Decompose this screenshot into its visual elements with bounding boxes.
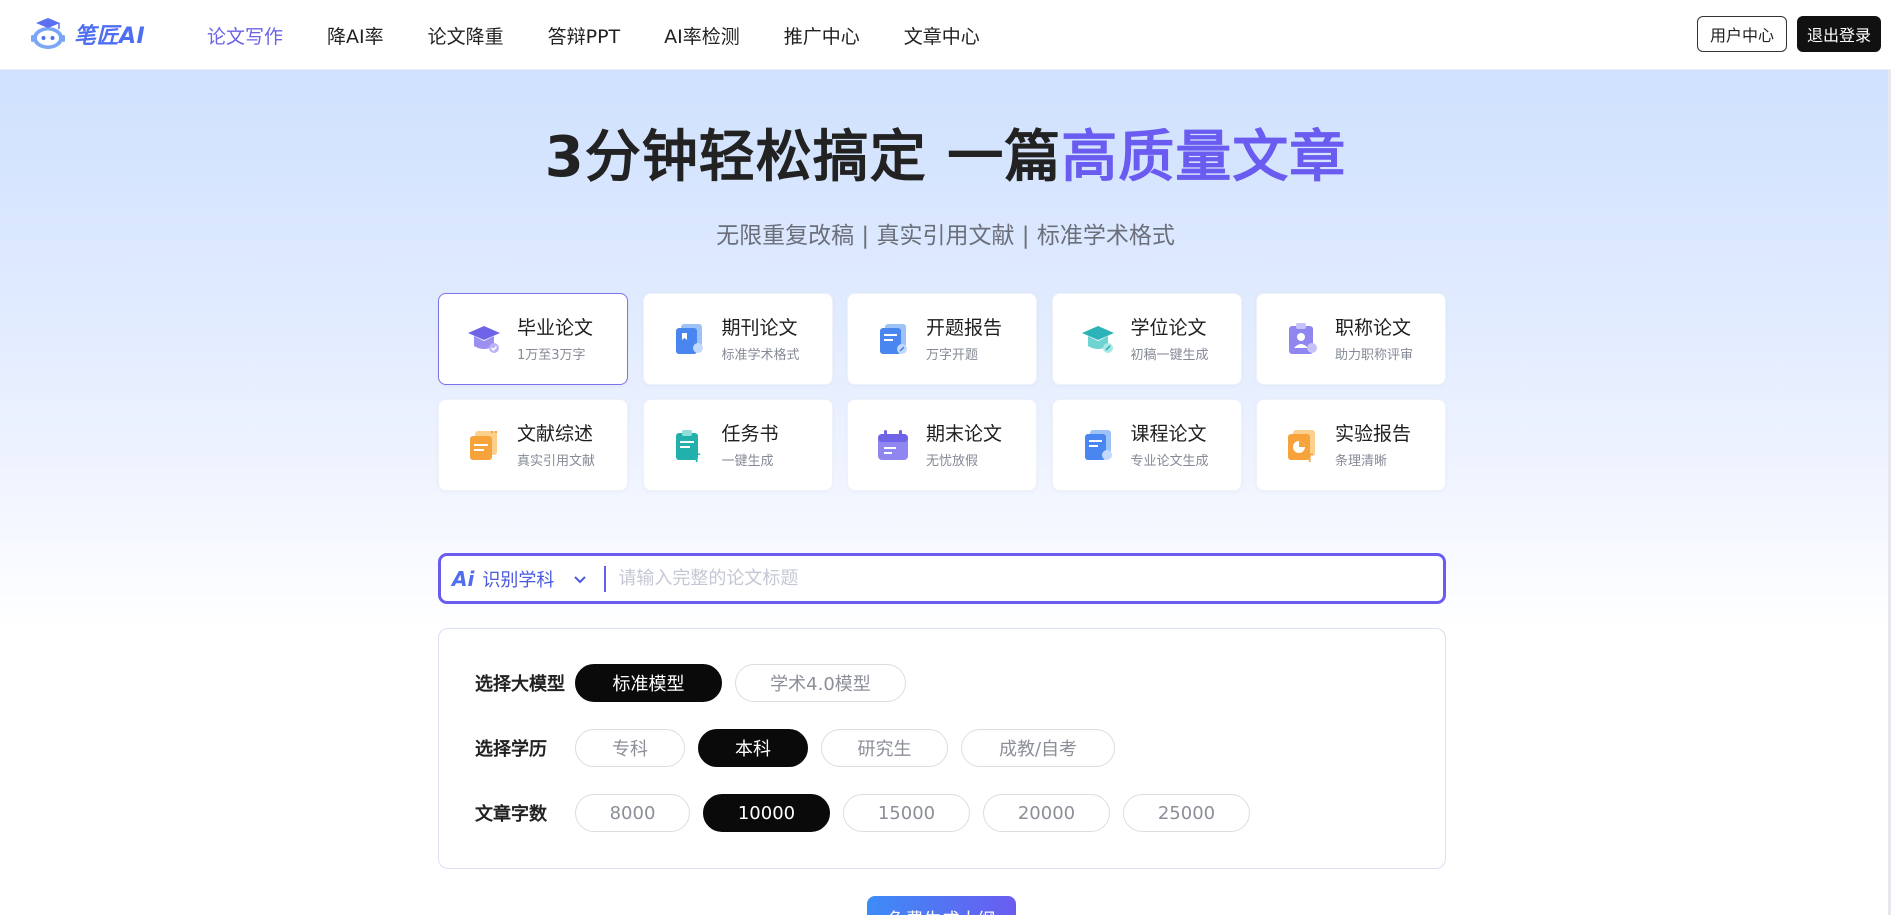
top-header: 笔匠AI 论文写作 降AI率 论文降重 答辩PPT AI率检测 推广中心 文章中… xyxy=(0,0,1891,70)
card-proposal-report[interactable]: 开题报告 万字开题 xyxy=(847,293,1037,385)
nav-item-plagiarism-reduction[interactable]: 论文降重 xyxy=(428,22,504,49)
generate-outline-button[interactable]: 免费生成大纲 xyxy=(867,896,1016,915)
card-journal-paper[interactable]: 期刊论文 标准学术格式 xyxy=(642,293,833,385)
hero-subtitle: 无限重复改稿 | 真实引用文献 | 标准学术格式 xyxy=(716,223,1175,249)
degree-chip-bachelor[interactable]: 本科 xyxy=(698,729,808,767)
card-subtitle: 一键生成 xyxy=(721,453,774,469)
card-text: 任务书 一键生成 xyxy=(722,422,779,469)
wordcount-chip-20000[interactable]: 20000 xyxy=(983,794,1110,832)
card-lab-report[interactable]: T 实验报告 条理清晰 xyxy=(1256,399,1446,491)
degree-row: 选择学历 专科 本科 研究生 成教/自考 xyxy=(475,729,1128,767)
options-panel: 选择大模型 标准模型 学术4.0模型 选择学历 专科 本科 研究生 成教/自考 … xyxy=(438,628,1446,869)
card-literature-review[interactable]: 文献综述 真实引用文献 xyxy=(438,399,628,491)
wordcount-chip-15000[interactable]: 15000 xyxy=(843,794,970,832)
hero-title-main: 3分钟轻松搞定 一篇 xyxy=(544,125,1062,190)
card-title: 任务书 xyxy=(721,422,779,445)
card-title: 期刊论文 xyxy=(721,316,798,339)
degree-chip-adult-education[interactable]: 成教/自考 xyxy=(961,729,1115,767)
nav-item-ai-detection[interactable]: AI率检测 xyxy=(664,22,740,49)
card-professional-title-paper[interactable]: 职称论文 助力职称评审 xyxy=(1256,293,1446,385)
main-nav: 论文写作 降AI率 论文降重 答辩PPT AI率检测 推广中心 文章中心 xyxy=(207,0,980,70)
degree-cap-icon xyxy=(1081,326,1114,353)
degree-chip-junior-college[interactable]: 专科 xyxy=(575,729,685,767)
wordcount-row: 文章字数 8000 10000 15000 20000 25000 xyxy=(475,794,1263,832)
card-text: 职称论文 助力职称评审 xyxy=(1335,316,1413,363)
logo[interactable]: 笔匠AI xyxy=(28,14,145,54)
card-text: 课程论文 专业论文生成 xyxy=(1131,422,1209,469)
task-clipboard-icon: T xyxy=(675,430,701,464)
card-title: 期末论文 xyxy=(926,422,1003,445)
nav-item-article-center[interactable]: 文章中心 xyxy=(904,22,980,49)
degree-label: 选择学历 xyxy=(475,739,547,760)
card-task-book[interactable]: T 任务书 一键生成 xyxy=(642,399,833,491)
title-badge-icon xyxy=(1289,323,1317,354)
card-subtitle: 初稿一键生成 xyxy=(1130,347,1209,363)
proposal-icon xyxy=(880,324,907,354)
card-text: 学位论文 初稿一键生成 xyxy=(1131,316,1209,363)
degree-chip-graduate[interactable]: 研究生 xyxy=(821,729,948,767)
model-label: 选择大模型 xyxy=(475,674,565,695)
card-subtitle: 无忧放假 xyxy=(926,453,979,469)
card-subtitle: 条理清晰 xyxy=(1335,453,1388,469)
ai-icon: Ai xyxy=(452,566,475,591)
card-text: 文献综述 真实引用文献 xyxy=(517,422,595,469)
literature-icon xyxy=(470,431,497,460)
card-title: 毕业论文 xyxy=(517,316,594,339)
brand-name: 笔匠AI xyxy=(74,24,146,49)
card-subtitle: 标准学术格式 xyxy=(721,347,800,363)
title-search-bar: Ai 识别学科 xyxy=(438,553,1446,604)
model-row: 选择大模型 标准模型 学术4.0模型 xyxy=(475,664,919,702)
subject-label: 识别学科 xyxy=(482,569,555,591)
card-subtitle: 真实引用文献 xyxy=(517,453,596,469)
wordcount-chip-25000[interactable]: 25000 xyxy=(1123,794,1250,832)
card-title: 课程论文 xyxy=(1130,422,1207,445)
graduation-cap-icon xyxy=(468,326,500,353)
logout-button[interactable]: 退出登录 xyxy=(1796,16,1881,52)
card-text: 毕业论文 1万至3万字 xyxy=(517,316,593,363)
search-divider xyxy=(604,565,607,592)
robot-logo-icon xyxy=(31,18,65,49)
wordcount-chip-8000[interactable]: 8000 xyxy=(575,794,690,832)
card-title: 学位论文 xyxy=(1130,316,1207,339)
card-course-paper[interactable]: 课程论文 专业论文生成 xyxy=(1051,399,1242,491)
page: 笔匠AI 论文写作 降AI率 论文降重 答辩PPT AI率检测 推广中心 文章中… xyxy=(0,0,1891,915)
subject-detect-dropdown[interactable]: Ai 识别学科 xyxy=(452,566,588,592)
wordcount-chip-10000[interactable]: 10000 xyxy=(703,794,830,832)
card-subtitle: 1万至3万字 xyxy=(517,347,586,363)
card-title: 职称论文 xyxy=(1335,316,1412,339)
nav-item-thesis-writing[interactable]: 论文写作 xyxy=(207,22,283,49)
card-subtitle: 专业论文生成 xyxy=(1130,453,1209,469)
header-actions: 用户中心 退出登录 xyxy=(1696,16,1881,52)
hero-title-highlight: 高质量文章 xyxy=(1061,125,1347,190)
paper-type-grid: 毕业论文 1万至3万字 期刊论文 标准学术格式 开题报告 万字开题 学位论文 初… xyxy=(438,293,1446,491)
card-subtitle: 助力职称评审 xyxy=(1335,347,1414,363)
model-chip-academic[interactable]: 学术4.0模型 xyxy=(735,664,906,702)
card-final-paper[interactable]: 期末论文 无忧放假 xyxy=(847,399,1037,491)
card-subtitle: 万字开题 xyxy=(926,347,979,363)
journal-icon xyxy=(675,324,703,354)
card-degree-thesis[interactable]: 学位论文 初稿一键生成 xyxy=(1051,293,1242,385)
calendar-icon xyxy=(878,430,908,460)
card-title: 开题报告 xyxy=(926,316,1003,339)
user-center-button[interactable]: 用户中心 xyxy=(1696,16,1787,52)
nav-item-promotion-center[interactable]: 推广中心 xyxy=(784,22,860,49)
svg-text:T: T xyxy=(693,451,701,464)
card-title: 文献综述 xyxy=(517,422,594,445)
card-text: 期末论文 无忧放假 xyxy=(926,422,1002,469)
nav-item-reduce-ai-rate[interactable]: 降AI率 xyxy=(327,22,384,49)
hero-title: 3分钟轻松搞定 一篇高质量文章 xyxy=(0,112,1891,193)
course-doc-icon xyxy=(1084,430,1112,460)
wordcount-label: 文章字数 xyxy=(475,804,547,825)
svg-text:T: T xyxy=(1306,451,1314,464)
card-text: 实验报告 条理清晰 xyxy=(1335,422,1411,469)
card-text: 开题报告 万字开题 xyxy=(926,316,1002,363)
card-text: 期刊论文 标准学术格式 xyxy=(722,316,800,363)
lab-report-icon: T xyxy=(1288,430,1315,464)
card-graduation-thesis[interactable]: 毕业论文 1万至3万字 xyxy=(438,293,628,385)
chevron-down-icon xyxy=(574,575,587,583)
thesis-title-input[interactable] xyxy=(618,558,1443,599)
card-title: 实验报告 xyxy=(1335,422,1412,445)
nav-item-defense-ppt[interactable]: 答辩PPT xyxy=(548,22,621,49)
model-chip-standard[interactable]: 标准模型 xyxy=(575,664,722,702)
